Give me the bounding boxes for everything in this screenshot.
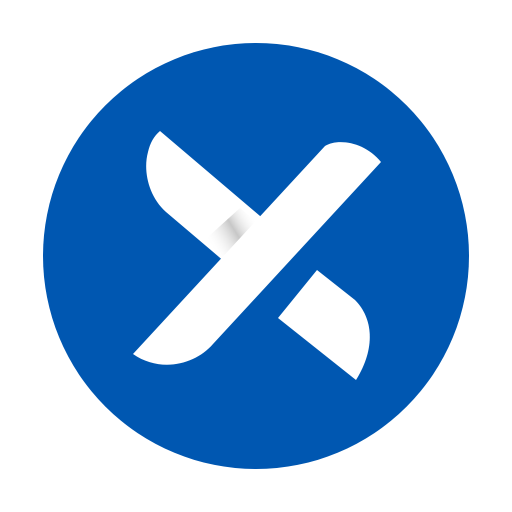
app-icon: [0, 0, 512, 512]
x-logo-icon: [43, 43, 469, 469]
